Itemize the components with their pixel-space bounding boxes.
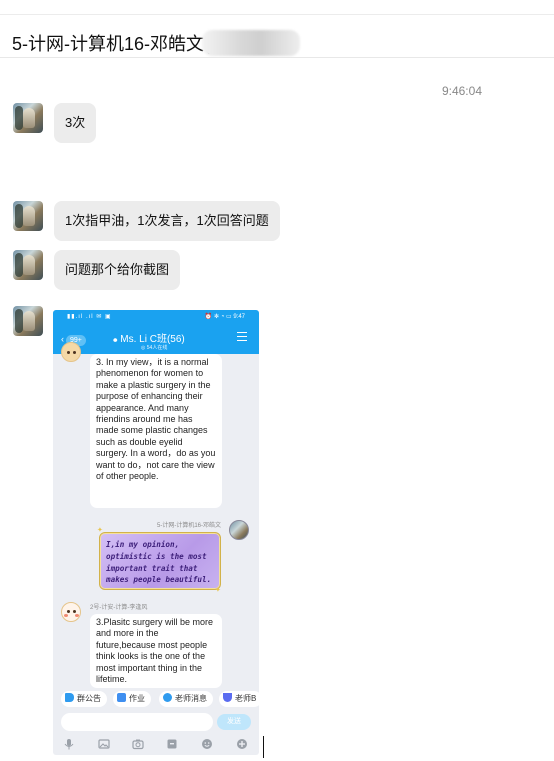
sender-avatar[interactable]	[13, 306, 43, 336]
chevron-left-icon: ‹	[61, 334, 64, 344]
chat-message: 3.Plasitc surgery will be more and more …	[90, 614, 222, 688]
camera-icon	[132, 739, 144, 750]
megaphone-icon	[65, 693, 74, 702]
phone-input-row: 发送	[53, 711, 259, 733]
quick-action-teacher-b: 老师B	[219, 691, 259, 707]
sticker-text-message: I,in my opinion, optimistic is the most …	[99, 532, 221, 590]
sender-avatar[interactable]	[13, 103, 43, 133]
chat-bubble-icon	[163, 693, 172, 702]
message-bubble: 3次	[54, 103, 97, 143]
quick-action-announcement: 群公告	[61, 691, 107, 707]
homework-icon	[117, 693, 126, 702]
self-avatar	[229, 520, 249, 540]
chat-title-bar: 5-计网-计算机16-邓皓文(	[0, 0, 554, 58]
quick-action-homework: 作业	[113, 691, 151, 707]
emoji-icon	[202, 739, 212, 749]
message-bubble: 问题那个给你截图	[54, 250, 181, 290]
screenshot-image-message[interactable]: ▮▮.ıl .ıl ✉ ▣ ⏰ ✻ ◔ ▭ 9:47 ‹ 99+ ⦁ Ms. Li…	[53, 310, 259, 755]
message-timestamp: 9:46:04	[441, 84, 482, 98]
member-avatar	[61, 342, 81, 362]
chat-message: 3. In my view，it is a normal phenomenon …	[90, 354, 222, 508]
member-avatar	[61, 602, 81, 622]
sender-avatar[interactable]	[13, 201, 43, 231]
quick-action-bar: 群公告 作业 老师消息 老师B	[53, 688, 259, 710]
online-count: ◎ 54人在线	[141, 345, 168, 351]
chat-title: 5-计网-计算机16-邓皓文(	[12, 34, 211, 54]
phone-message-input	[61, 713, 213, 731]
redacted-name-blur	[202, 30, 300, 56]
message-bubble: 1次指甲油，1次发言，1次回答问题	[54, 201, 280, 241]
earpiece-icon: ⦁	[113, 334, 118, 344]
magnet-icon	[223, 693, 232, 702]
sparkle-icon: ✦	[97, 527, 103, 534]
phone-chat-header: ▮▮.ıl .ıl ✉ ▣ ⏰ ✻ ◔ ▭ 9:47 ‹ 99+ ⦁ Ms. Li…	[53, 310, 259, 354]
mic-icon	[64, 739, 74, 750]
plus-icon	[237, 739, 247, 749]
sender-name: 5-计网-计算机16-邓皓文	[156, 523, 221, 529]
divider	[0, 14, 554, 15]
quick-action-teacher-messages: 老师消息	[159, 691, 213, 707]
text-cursor	[263, 736, 264, 758]
image-icon	[98, 739, 110, 749]
sender-avatar[interactable]	[13, 250, 43, 280]
archive-icon	[167, 739, 177, 749]
sender-name: 2号-计安-计算-李逢风	[90, 605, 148, 611]
menu-icon	[237, 332, 247, 341]
phone-send-button: 发送	[217, 714, 251, 730]
phone-status-bar: ▮▮.ıl .ıl ✉ ▣ ⏰ ✻ ◔ ▭ 9:47	[53, 312, 259, 324]
group-name: ⦁ Ms. Li C班(56)	[113, 334, 185, 345]
phone-toolbar	[53, 735, 259, 755]
status-signal: ▮▮.ıl .ıl ✉ ▣	[67, 314, 112, 320]
status-clock: ⏰ ✻ ◔ ▭ 9:47	[204, 314, 245, 320]
sparkle-icon: ✦	[215, 587, 221, 594]
